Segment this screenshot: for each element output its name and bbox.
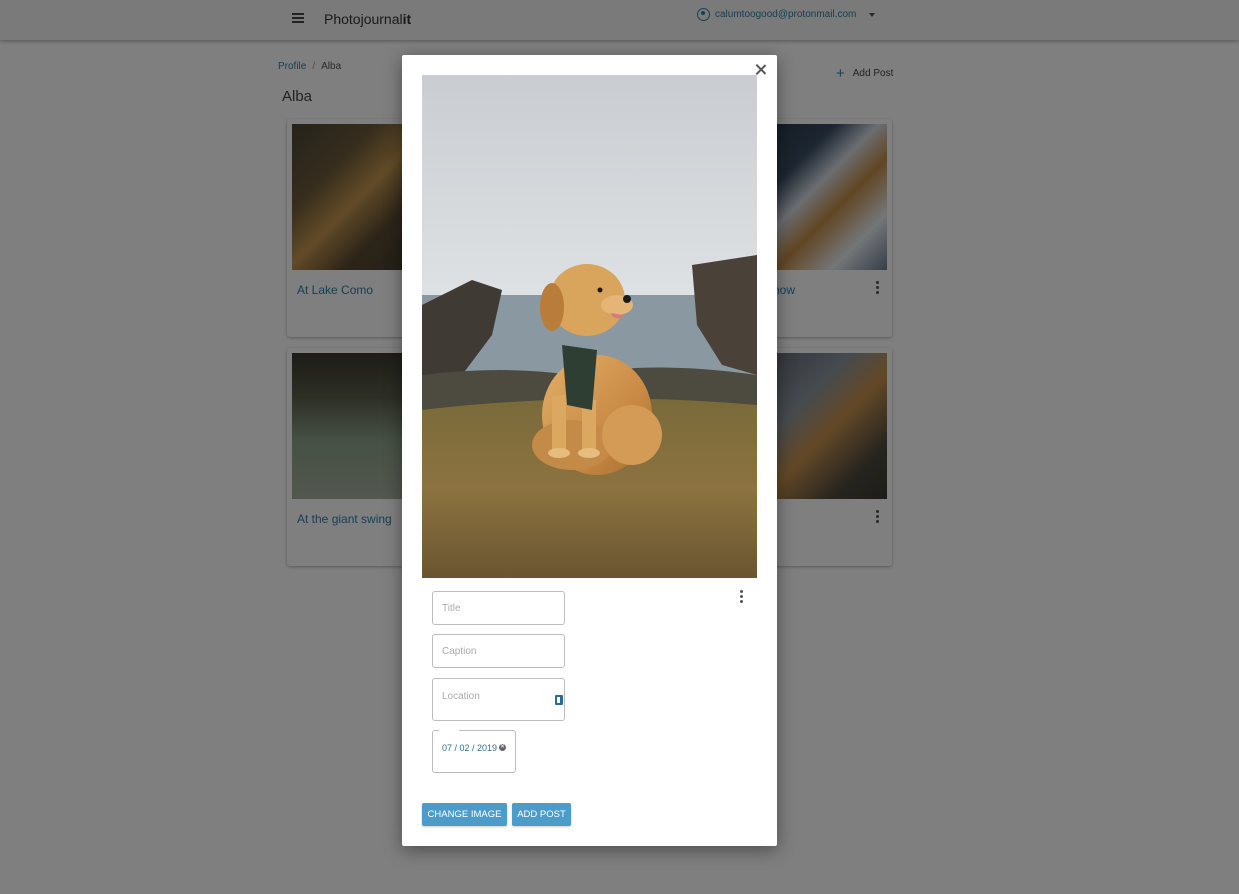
caption-field[interactable]	[432, 634, 565, 668]
clear-date-icon[interactable]: ✕	[499, 744, 506, 751]
more-vert-icon[interactable]	[736, 588, 746, 604]
title-field[interactable]	[432, 591, 565, 625]
date-field-notch	[439, 729, 459, 733]
add-post-submit-button[interactable]: ADD POST	[512, 803, 571, 826]
date-field[interactable]: 07 / 02 / 2019 ✕	[432, 729, 516, 773]
date-value[interactable]: 07 / 02 / 2019	[442, 743, 497, 753]
location-field[interactable]	[432, 678, 565, 721]
post-image-preview	[422, 75, 757, 578]
change-image-button[interactable]: CHANGE IMAGE	[422, 803, 507, 826]
add-post-dialog: 07 / 02 / 2019 ✕ CHANGE IMAGE ADD POST	[402, 55, 777, 846]
location-picker-icon[interactable]	[555, 695, 563, 705]
